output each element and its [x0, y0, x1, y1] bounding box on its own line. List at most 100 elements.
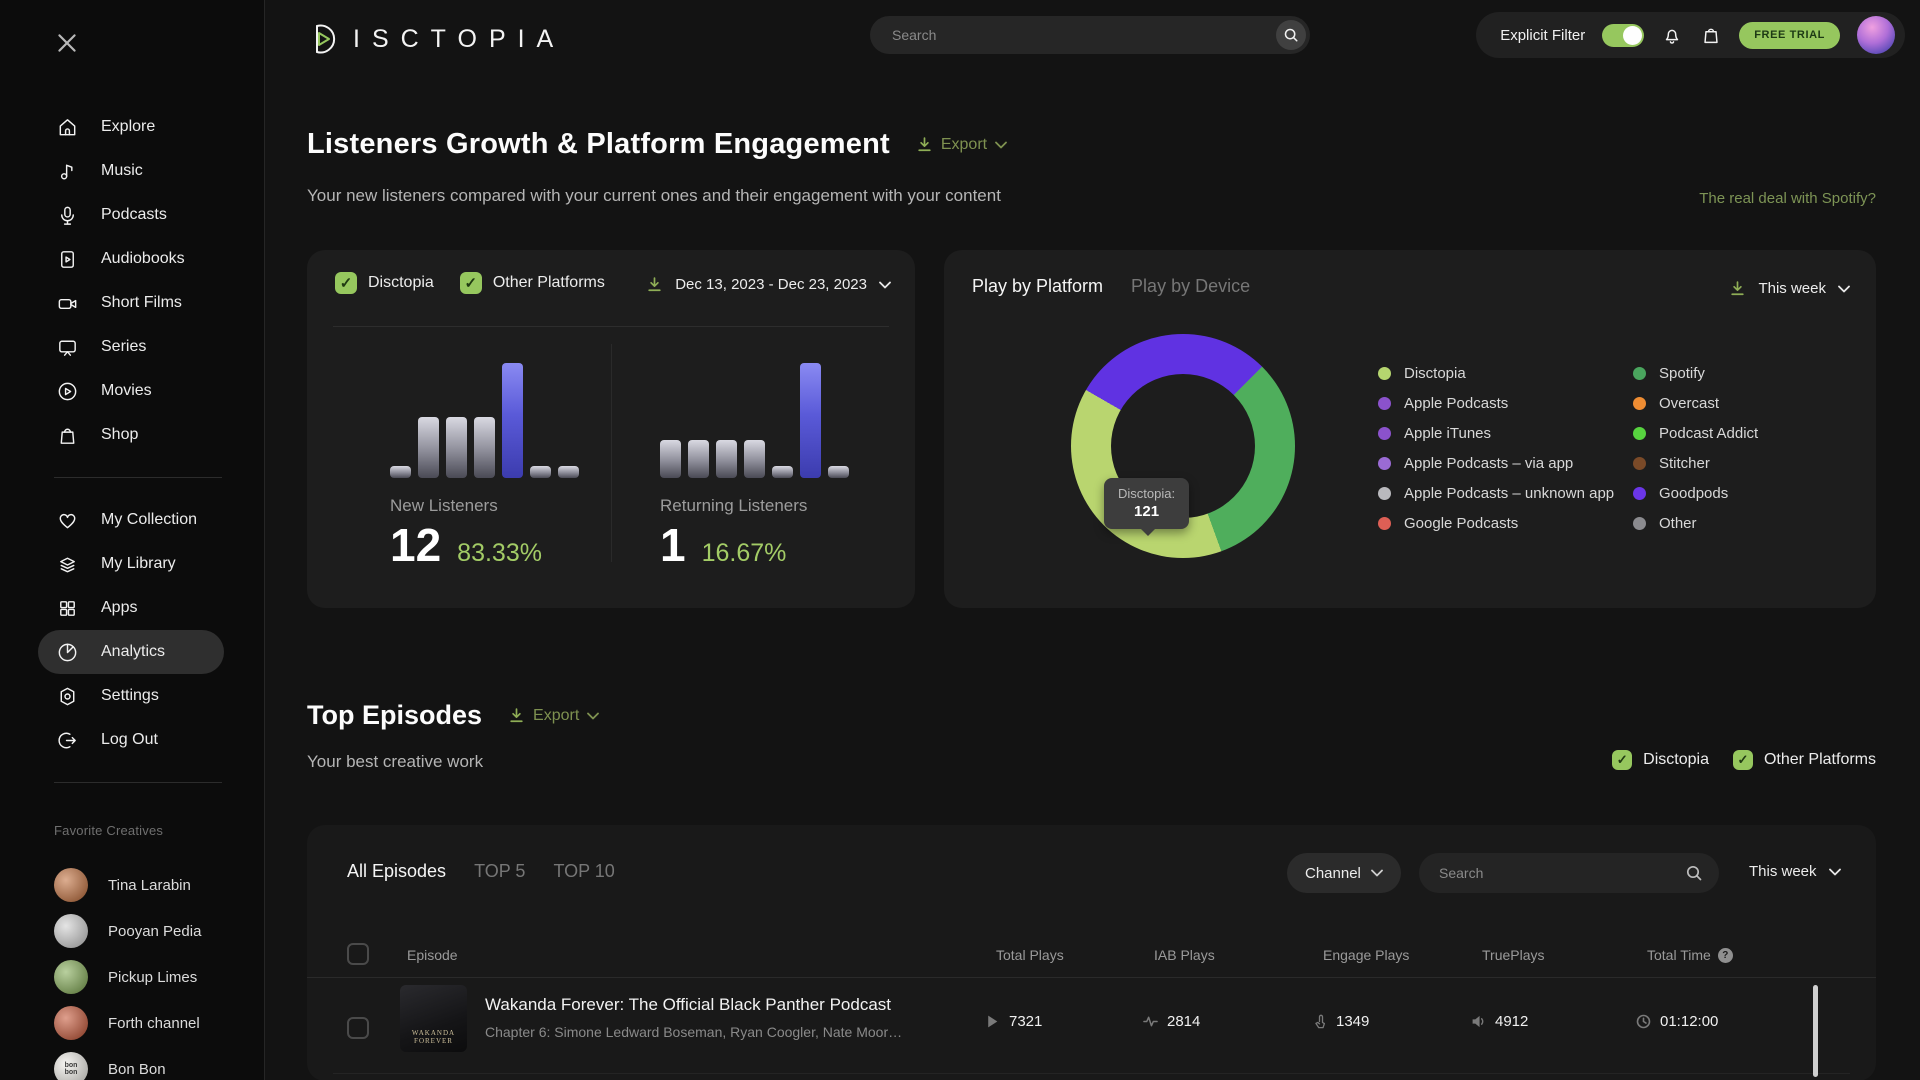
returning-listeners-value: 1: [660, 518, 686, 572]
table-scrollbar[interactable]: [1813, 985, 1818, 1077]
spotify-promo-link[interactable]: The real deal with Spotify?: [1699, 190, 1876, 207]
period-dropdown[interactable]: This week: [1729, 280, 1850, 297]
episode-title[interactable]: Wakanda Forever: The Official Black Pant…: [485, 995, 891, 1015]
sidebar-item-apps[interactable]: Apps: [0, 586, 264, 630]
row-checkbox[interactable]: [347, 1017, 369, 1039]
sidebar-item-label: Settings: [101, 687, 159, 705]
sidebar-item-settings[interactable]: Settings: [0, 674, 264, 718]
section-subtitle: Your new listeners compared with your cu…: [307, 186, 1001, 206]
legend-item: Overcast: [1633, 388, 1758, 418]
page-title: Listeners Growth & Platform Engagement: [307, 128, 890, 161]
download-icon: [646, 276, 663, 293]
toggle-knob: [1623, 26, 1642, 45]
sidebar-item-short-films[interactable]: Short Films: [0, 281, 264, 325]
play-circle-icon: [56, 380, 79, 403]
logout-icon: [56, 729, 79, 752]
sidebar-item-label: Apps: [101, 599, 137, 617]
notifications-bell-icon[interactable]: [1661, 24, 1683, 46]
creative-item[interactable]: Forth channel: [0, 1000, 264, 1046]
shopping-bag-icon[interactable]: [1700, 24, 1722, 46]
divider: [307, 977, 1876, 978]
bar: [530, 466, 551, 478]
export-button[interactable]: Export: [508, 707, 599, 725]
legend-item: Apple Podcasts – via app: [1378, 448, 1614, 478]
tab-play-by-platform[interactable]: Play by Platform: [972, 276, 1103, 297]
tab-label: All Episodes: [347, 861, 446, 881]
tooltip-value: 121: [1118, 503, 1175, 520]
sidebar-item-shop[interactable]: Shop: [0, 413, 264, 457]
legend-item: Apple Podcasts: [1378, 388, 1614, 418]
creative-item[interactable]: Pickup Limes: [0, 954, 264, 1000]
main-content: ISCTOPIA Explicit Filter FREE TRIAL List…: [265, 0, 1920, 1080]
video-camera-icon: [56, 292, 79, 315]
search-button[interactable]: [1276, 20, 1306, 50]
filter-other-platforms-checkbox[interactable]: ✓ Other Platforms: [1733, 750, 1876, 770]
divider: [611, 344, 612, 562]
sidebar-item-podcasts[interactable]: Podcasts: [0, 193, 264, 237]
tab-all-episodes[interactable]: All Episodes: [347, 861, 446, 882]
select-all-checkbox[interactable]: [347, 943, 369, 965]
user-avatar[interactable]: [1857, 16, 1895, 54]
checkbox-checked-icon: ✓: [460, 272, 482, 294]
legend-label: Disctopia: [1404, 365, 1466, 382]
period-dropdown[interactable]: This week: [1749, 863, 1841, 880]
tab-top-10[interactable]: TOP 10: [553, 861, 614, 882]
export-button[interactable]: Export: [916, 136, 1007, 154]
chevron-down-icon: [1371, 869, 1383, 877]
sidebar-item-label: Log Out: [101, 731, 158, 749]
legend-dot: [1378, 487, 1391, 500]
episodes-search-input[interactable]: [1419, 865, 1685, 881]
bar: [716, 440, 737, 478]
explicit-filter-toggle[interactable]: [1602, 24, 1644, 47]
date-range-picker[interactable]: Dec 13, 2023 - Dec 23, 2023: [646, 276, 891, 293]
stat-label: Returning Listeners: [660, 496, 807, 516]
creative-item[interactable]: Pooyan Pedia: [0, 908, 264, 954]
legend-label: Apple Podcasts – via app: [1404, 455, 1573, 472]
checkbox-label: Other Platforms: [1764, 751, 1876, 769]
filter-disctopia-checkbox[interactable]: ✓ Disctopia: [335, 272, 434, 294]
platform-legend-left: Disctopia Apple Podcasts Apple iTunes Ap…: [1378, 358, 1614, 538]
sidebar-item-label: Movies: [101, 382, 152, 400]
episode-thumbnail[interactable]: WAKANDA FOREVER: [400, 985, 467, 1052]
true-plays-cell: 4912: [1471, 1013, 1528, 1030]
legend-label: Google Podcasts: [1404, 515, 1518, 532]
total-plays-cell: 7321: [985, 1013, 1042, 1030]
legend-item: Podcast Addict: [1633, 418, 1758, 448]
info-icon[interactable]: ?: [1718, 948, 1733, 963]
sidebar-item-my-collection[interactable]: My Collection: [0, 498, 264, 542]
tooltip-label: Disctopia:: [1118, 486, 1175, 501]
search-input[interactable]: [870, 27, 1276, 43]
sidebar-item-label: Explore: [101, 118, 155, 136]
tab-play-by-device[interactable]: Play by Device: [1131, 276, 1250, 297]
close-icon[interactable]: [54, 30, 80, 56]
filter-disctopia-checkbox[interactable]: ✓ Disctopia: [1612, 750, 1709, 770]
filter-other-platforms-checkbox[interactable]: ✓ Other Platforms: [460, 272, 605, 294]
avatar-text: bon bon: [54, 1052, 88, 1080]
sidebar-item-audiobooks[interactable]: Audiobooks: [0, 237, 264, 281]
stat-label: New Listeners: [390, 496, 498, 516]
search-icon[interactable]: [1685, 864, 1703, 882]
returning-listeners-bar-chart: [660, 363, 849, 478]
sidebar-item-explore[interactable]: Explore: [0, 105, 264, 149]
sidebar-item-my-library[interactable]: My Library: [0, 542, 264, 586]
sidebar-item-analytics[interactable]: Analytics: [38, 630, 224, 674]
sidebar-item-music[interactable]: Music: [0, 149, 264, 193]
sidebar-item-series[interactable]: Series: [0, 325, 264, 369]
free-trial-badge[interactable]: FREE TRIAL: [1739, 22, 1840, 49]
legend-label: Podcast Addict: [1659, 425, 1758, 442]
tab-top-5[interactable]: TOP 5: [474, 861, 525, 882]
export-label: Export: [533, 707, 579, 725]
column-header-total-time: Total Time ?: [1647, 947, 1733, 963]
channel-dropdown[interactable]: Channel: [1287, 853, 1401, 893]
legend-dot: [1633, 487, 1646, 500]
creative-item[interactable]: Tina Larabin: [0, 862, 264, 908]
chevron-down-icon: [1829, 868, 1841, 876]
top-episodes-card: All Episodes TOP 5 TOP 10 Channel This w…: [307, 825, 1876, 1080]
sidebar-item-log-out[interactable]: Log Out: [0, 718, 264, 762]
sidebar-item-label: Analytics: [101, 643, 165, 661]
play-by-platform-card: Play by Platform Play by Device This wee…: [944, 250, 1876, 608]
creative-item[interactable]: bon bon Bon Bon: [0, 1046, 264, 1080]
divider: [333, 1073, 1850, 1074]
platform-legend-right: Spotify Overcast Podcast Addict Stitcher…: [1633, 358, 1758, 538]
sidebar-item-movies[interactable]: Movies: [0, 369, 264, 413]
